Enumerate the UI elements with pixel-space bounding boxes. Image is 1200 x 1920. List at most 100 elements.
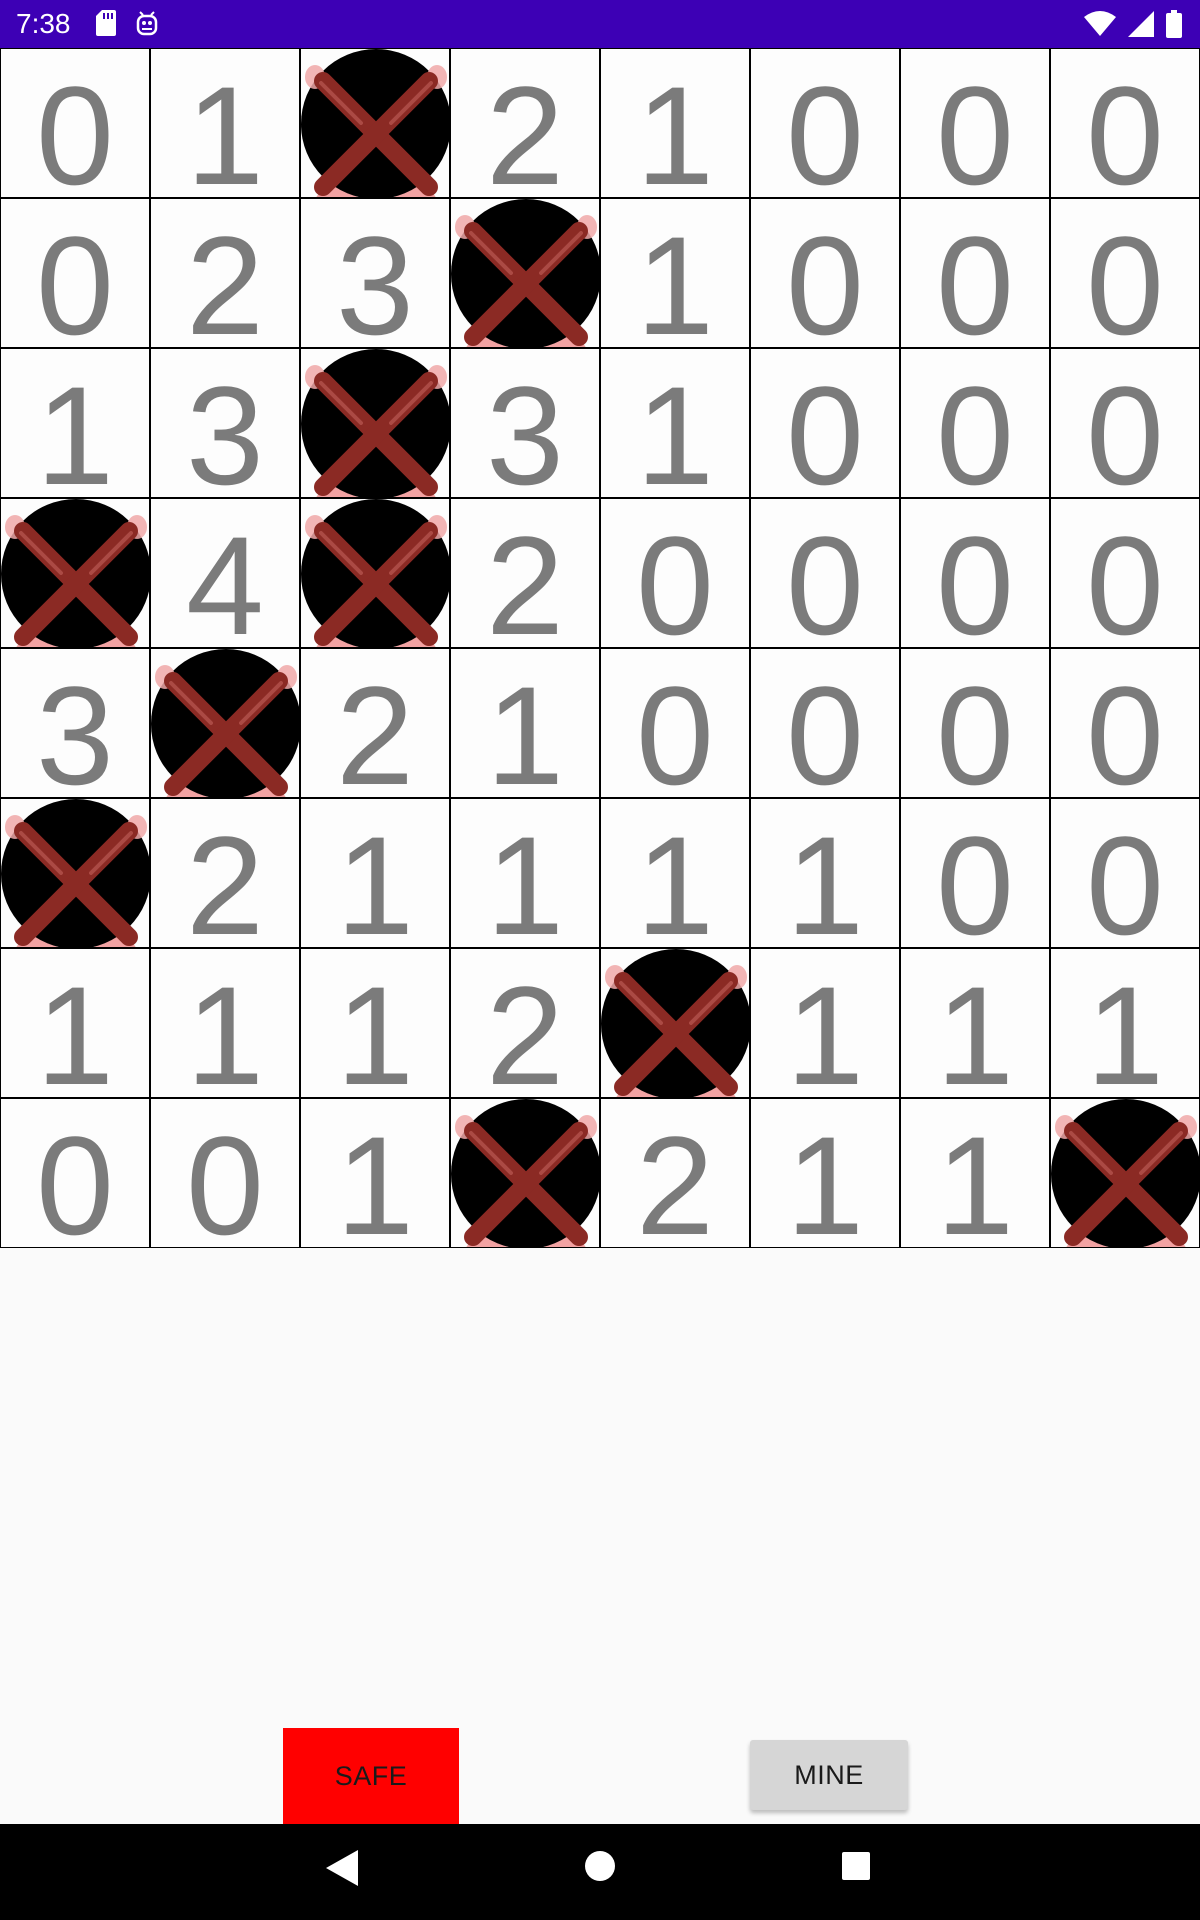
cell-count: 0 [1086,207,1164,348]
cell-count: 2 [486,957,564,1098]
board-cell[interactable]: 0 [1050,798,1200,948]
cell-count: 1 [636,207,714,348]
board-cell[interactable]: 0 [900,648,1050,798]
board-cell[interactable]: 1 [450,798,600,948]
board-cell[interactable]: 1 [750,948,900,1098]
board-cell[interactable]: 0 [1050,648,1200,798]
board-cell[interactable]: 2 [300,648,450,798]
battery-icon [1166,10,1182,38]
board-cell[interactable]: 1 [300,948,450,1098]
cell-signal-icon [1128,11,1154,37]
cell-count: 1 [786,807,864,948]
board-cell[interactable] [450,198,600,348]
board-cell[interactable]: 1 [600,198,750,348]
board-cell[interactable]: 0 [1050,198,1200,348]
cell-count: 1 [486,657,564,798]
board-cell[interactable]: 1 [750,1098,900,1248]
cell-count: 1 [186,957,264,1098]
cell-count: 2 [186,207,264,348]
board-cell[interactable] [600,948,750,1098]
cell-count: 0 [936,507,1014,648]
cell-count: 0 [936,357,1014,498]
board-cell[interactable]: 0 [150,1098,300,1248]
board-cell[interactable]: 2 [450,48,600,198]
board-cell[interactable]: 0 [1050,48,1200,198]
safe-button[interactable]: SAFE [283,1728,459,1824]
cell-count: 1 [786,957,864,1098]
board-cell[interactable] [300,498,450,648]
board-cell[interactable]: 2 [450,948,600,1098]
board-cell[interactable] [0,798,150,948]
board-cell[interactable] [150,648,300,798]
board-cell[interactable]: 1 [150,48,300,198]
cell-count: 0 [636,507,714,648]
cell-count: 1 [36,357,114,498]
board-cell[interactable]: 3 [0,648,150,798]
board-cell[interactable]: 2 [600,1098,750,1248]
board-cell[interactable] [450,1098,600,1248]
board-cell[interactable]: 0 [750,198,900,348]
cell-count: 0 [936,207,1014,348]
board-cell[interactable]: 1 [900,948,1050,1098]
cell-count: 0 [786,507,864,648]
board-cell[interactable]: 0 [1050,348,1200,498]
cell-count: 1 [336,1107,414,1248]
cell-count: 1 [636,807,714,948]
board-cell[interactable]: 2 [450,498,600,648]
board-cell[interactable]: 2 [150,198,300,348]
status-left-icons [96,10,158,38]
board-cell[interactable] [300,348,450,498]
board-cell[interactable] [1050,1098,1200,1248]
board-cell[interactable]: 3 [450,348,600,498]
board-cell[interactable]: 1 [300,798,450,948]
board-cell[interactable]: 0 [600,648,750,798]
board-cell[interactable]: 0 [600,498,750,648]
board-cell[interactable]: 0 [750,48,900,198]
board-cell[interactable]: 0 [900,198,1050,348]
board-cell[interactable]: 0 [750,498,900,648]
board-cell[interactable]: 0 [0,48,150,198]
cell-count: 0 [36,57,114,198]
board-cell[interactable]: 1 [900,1098,1050,1248]
board-cell[interactable]: 0 [1050,498,1200,648]
board-cell[interactable]: 0 [750,648,900,798]
board-cell[interactable]: 0 [0,1098,150,1248]
board-cell[interactable]: 4 [150,498,300,648]
cell-count: 0 [1086,57,1164,198]
board-cell[interactable]: 1 [0,948,150,1098]
cell-count: 3 [36,657,114,798]
board-cell[interactable]: 3 [300,198,450,348]
status-time: 7:38 [16,8,71,39]
board-cell[interactable]: 0 [0,198,150,348]
cell-count: 1 [936,1107,1014,1248]
cell-count: 1 [1086,957,1164,1098]
sd-card-icon [96,10,116,38]
board-cell[interactable]: 0 [900,798,1050,948]
minesweeper-board: 0121000023100013310004200003210000211110… [0,48,1200,1248]
robot-icon [136,10,158,38]
board-cell[interactable]: 1 [600,348,750,498]
board-cell[interactable]: 1 [1050,948,1200,1098]
board-cell[interactable]: 0 [900,498,1050,648]
cell-count: 1 [36,957,114,1098]
board-cell[interactable]: 3 [150,348,300,498]
cell-count: 4 [186,507,264,648]
cell-count: 0 [786,57,864,198]
board-cell[interactable]: 1 [600,798,750,948]
board-cell[interactable]: 0 [900,48,1050,198]
cell-count: 0 [1086,657,1164,798]
cell-count: 3 [486,357,564,498]
board-cell[interactable]: 1 [750,798,900,948]
board-cell[interactable]: 1 [0,348,150,498]
board-cell[interactable]: 1 [150,948,300,1098]
board-cell[interactable]: 0 [900,348,1050,498]
board-cell[interactable] [300,48,450,198]
board-cell[interactable]: 1 [450,648,600,798]
mine-button[interactable]: MINE [750,1740,908,1810]
board-cell[interactable] [0,498,150,648]
board-cell[interactable]: 2 [150,798,300,948]
board-cell[interactable]: 1 [300,1098,450,1248]
cell-count: 0 [786,657,864,798]
board-cell[interactable]: 0 [750,348,900,498]
board-cell[interactable]: 1 [600,48,750,198]
